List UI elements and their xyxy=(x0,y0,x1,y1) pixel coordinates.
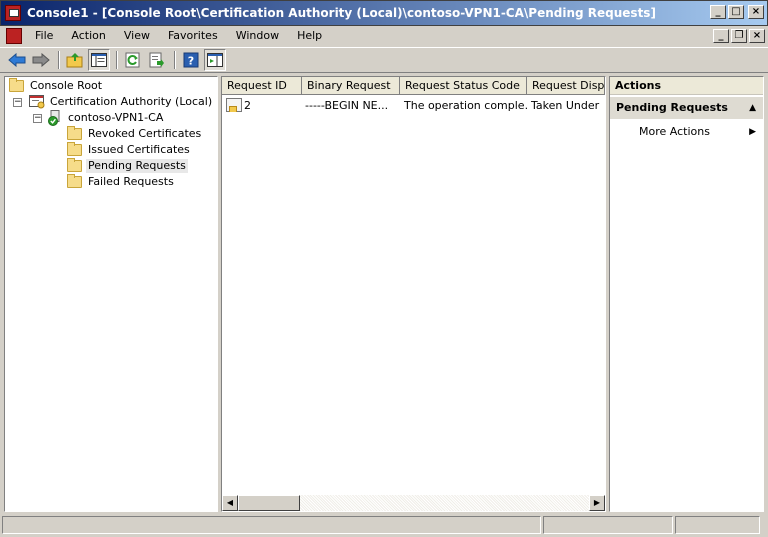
tree-item-issued-certificates[interactable]: Issued Certificates xyxy=(67,142,192,158)
ca-server-check-icon xyxy=(48,110,60,126)
horizontal-scrollbar[interactable]: ◀ ▶ xyxy=(222,495,605,511)
status-panel-main xyxy=(2,516,541,534)
help-icon: ? xyxy=(183,52,199,68)
tree-item-console-root[interactable]: Console Root xyxy=(9,78,104,94)
mdi-close-button[interactable]: × xyxy=(749,29,765,43)
show-hide-tree-icon xyxy=(91,53,107,67)
collapse-toggle-server[interactable]: − xyxy=(33,114,42,123)
svg-text:?: ? xyxy=(188,55,194,68)
show-hide-action-pane-icon xyxy=(207,53,223,67)
certificate-authority-icon xyxy=(29,95,45,109)
mdi-system-menu-icon[interactable] xyxy=(6,28,22,44)
cell-request-status-code: The operation comple... xyxy=(404,98,527,112)
actions-section-label: Pending Requests xyxy=(616,101,728,114)
toolbar-separator xyxy=(174,51,176,69)
actions-pane: Actions Pending Requests ▲ More Actions … xyxy=(609,76,764,512)
menu-file[interactable]: File xyxy=(26,27,62,45)
column-header-request-id[interactable]: Request ID xyxy=(222,77,302,95)
back-arrow-icon xyxy=(8,53,26,67)
column-header-request-status-code[interactable]: Request Status Code xyxy=(400,77,527,95)
collapse-caret-icon[interactable]: ▲ xyxy=(749,97,756,119)
close-button[interactable]: × xyxy=(748,5,764,19)
mmc-app-icon[interactable] xyxy=(5,5,21,21)
tree-item-label: Pending Requests xyxy=(86,159,188,173)
back-button[interactable] xyxy=(6,49,28,71)
refresh-icon xyxy=(125,52,140,68)
folder-icon xyxy=(67,142,82,156)
up-one-level-button[interactable] xyxy=(64,49,86,71)
forward-button[interactable] xyxy=(30,49,52,71)
submenu-arrow-icon: ▶ xyxy=(749,127,756,137)
menu-view[interactable]: View xyxy=(115,27,159,45)
menu-favorites[interactable]: Favorites xyxy=(159,27,227,45)
more-actions-label: More Actions xyxy=(639,125,710,138)
mdi-restore-button[interactable]: ❐ xyxy=(731,29,747,43)
tree-item-ca-server[interactable]: contoso-VPN1-CA xyxy=(47,110,165,126)
mdi-minimize-button[interactable]: _ xyxy=(713,29,729,43)
tree-item-label: Revoked Certificates xyxy=(88,127,202,140)
maximize-button[interactable]: □ xyxy=(728,5,744,19)
more-actions-item[interactable]: More Actions ▶ xyxy=(610,123,763,141)
show-hide-action-pane-button[interactable] xyxy=(204,49,226,71)
scroll-left-button[interactable]: ◀ xyxy=(222,495,238,511)
folder-icon xyxy=(67,174,82,188)
tree-item-pending-requests[interactable]: Pending Requests xyxy=(67,158,188,174)
tree-item-failed-requests[interactable]: Failed Requests xyxy=(67,174,176,190)
forward-arrow-icon xyxy=(32,53,50,67)
column-header-request-disposition[interactable]: Request Dispos xyxy=(527,77,605,95)
tree-item-label: Console Root xyxy=(30,79,103,92)
scroll-right-button[interactable]: ▶ xyxy=(589,495,605,511)
tree-item-certification-authority[interactable]: Certification Authority (Local) xyxy=(29,94,214,110)
tree-item-label: Failed Requests xyxy=(88,175,174,188)
toolbar-separator xyxy=(116,51,118,69)
cell-binary-request: -----BEGIN NE... xyxy=(305,98,389,112)
toolbar: ? xyxy=(0,47,768,73)
window-title: Console1 - [Console Root\Certification A… xyxy=(27,6,656,20)
cell-request-id: 2 xyxy=(224,98,302,112)
export-list-button[interactable] xyxy=(146,49,168,71)
results-list-pane[interactable]: Request ID Binary Request Request Status… xyxy=(221,76,606,512)
actions-pane-title: Actions xyxy=(610,77,763,95)
minimize-button[interactable]: _ xyxy=(710,5,726,19)
pending-request-icon xyxy=(226,98,242,112)
console-tree-pane[interactable]: Console Root − Certification Authority (… xyxy=(4,76,218,512)
folder-icon xyxy=(67,126,82,140)
toolbar-separator xyxy=(58,51,60,69)
column-header-binary-request[interactable]: Binary Request xyxy=(302,77,400,95)
help-button[interactable]: ? xyxy=(180,49,202,71)
tree-item-label: Issued Certificates xyxy=(88,143,190,156)
menu-bar: File Action View Favorites Window Help _… xyxy=(0,26,768,46)
tree-item-revoked-certificates[interactable]: Revoked Certificates xyxy=(67,126,203,142)
menu-action[interactable]: Action xyxy=(62,27,114,45)
column-header-row: Request ID Binary Request Request Status… xyxy=(222,77,605,95)
title-bar: Console1 - [Console Root\Certification A… xyxy=(0,0,768,26)
request-id-value: 2 xyxy=(244,98,251,112)
up-folder-icon xyxy=(66,53,83,68)
menu-window[interactable]: Window xyxy=(227,27,288,45)
status-panel-secondary xyxy=(543,516,673,534)
menu-help[interactable]: Help xyxy=(288,27,331,45)
refresh-button[interactable] xyxy=(122,49,144,71)
tree-item-label: Certification Authority (Local) xyxy=(50,95,213,108)
export-list-icon xyxy=(149,52,164,68)
table-row[interactable]: 2 -----BEGIN NE... The operation comple.… xyxy=(224,97,603,113)
collapse-toggle-ca[interactable]: − xyxy=(13,98,22,107)
show-hide-console-tree-button[interactable] xyxy=(88,49,110,71)
scrollbar-track[interactable] xyxy=(300,495,589,511)
status-bar xyxy=(0,514,768,536)
tree-item-label: contoso-VPN1-CA xyxy=(68,111,164,124)
actions-section-header[interactable]: Pending Requests ▲ xyxy=(610,97,763,119)
cell-request-disposition: Taken Under S xyxy=(531,98,603,112)
folder-icon xyxy=(9,78,24,92)
scrollbar-thumb[interactable] xyxy=(238,495,300,511)
status-panel-tertiary xyxy=(675,516,760,534)
folder-open-icon xyxy=(67,158,82,172)
